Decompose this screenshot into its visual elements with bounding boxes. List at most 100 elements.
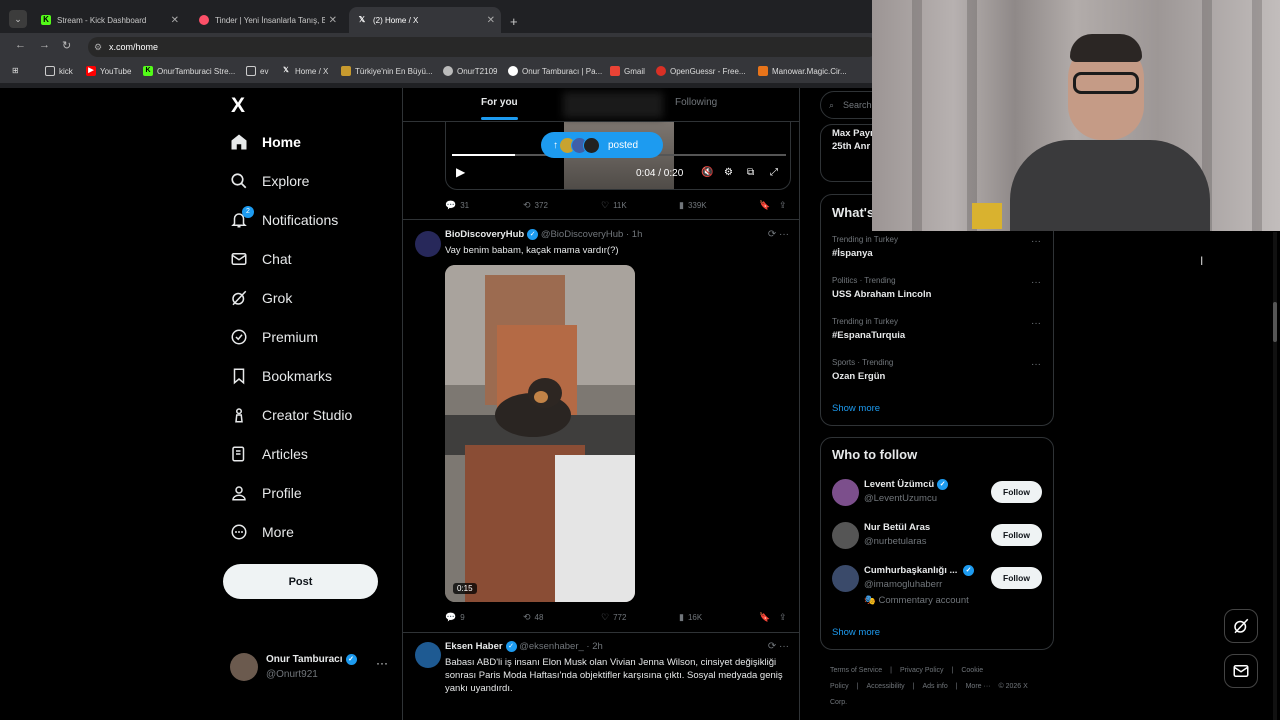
close-tab-icon[interactable]: ✕ — [171, 15, 179, 26]
nav-grok[interactable]: Grok — [230, 289, 292, 307]
fullscreen-icon[interactable]: ⤢ — [770, 167, 778, 178]
account-name[interactable]: Nur Betül Aras — [864, 522, 930, 533]
site-info-icon[interactable]: ⚙ — [94, 37, 102, 57]
tab-for-you[interactable]: For you — [481, 97, 518, 108]
trend-item[interactable]: Ozan Ergün — [832, 371, 885, 382]
author-name[interactable]: Eksen Haber — [445, 641, 503, 652]
x-logo[interactable]: X — [231, 94, 245, 118]
tab-following[interactable]: Following — [675, 97, 717, 108]
trend-item[interactable]: #EspanaTurquia — [832, 330, 905, 341]
footer-link[interactable]: More ··· — [966, 683, 991, 690]
address-bar[interactable]: ⚙ x.com/home — [88, 37, 878, 57]
like-button[interactable]: ♡ 11K — [601, 200, 627, 211]
more-options-icon[interactable]: ··· — [376, 656, 388, 670]
share-button[interactable]: ⇪ — [779, 200, 791, 211]
apps-icon[interactable]: ⊞ — [12, 66, 19, 75]
bookmark-youtube[interactable]: ▶ YouTube — [86, 66, 131, 76]
close-tab-icon[interactable]: ✕ — [329, 15, 337, 26]
more-options-icon[interactable]: ··· — [1031, 318, 1041, 329]
nav-bookmarks[interactable]: Bookmarks — [230, 367, 332, 385]
trend-item[interactable]: #İspanya — [832, 248, 873, 259]
share-button[interactable]: ⇪ — [779, 612, 791, 623]
footer-link[interactable]: Terms of Service — [830, 667, 882, 674]
account-name[interactable]: Cumhurbaşkanlığı ... ✓ — [864, 565, 975, 576]
nav-profile[interactable]: Profile — [230, 484, 302, 502]
bookmark-gmail[interactable]: Gmail — [610, 66, 645, 76]
avatar[interactable] — [415, 231, 441, 257]
more-options-icon[interactable]: ··· — [1031, 277, 1041, 288]
reply-button[interactable]: 💬 9 — [445, 612, 465, 623]
post-time[interactable]: · 2h — [586, 641, 602, 652]
nav-premium[interactable]: Premium — [230, 328, 318, 346]
browser-tab-kick[interactable]: K Stream - Kick Dashboard ✕ — [33, 7, 185, 33]
forward-icon[interactable]: → — [39, 39, 50, 51]
mute-icon[interactable]: 🔇 — [701, 167, 713, 178]
author-name[interactable]: BioDiscoveryHub — [445, 229, 524, 240]
follow-button[interactable]: Follow — [991, 481, 1042, 503]
footer-link[interactable]: Privacy Policy — [900, 667, 944, 674]
nav-notifications[interactable]: 2 Notifications — [230, 206, 338, 229]
follow-button[interactable]: Follow — [991, 567, 1042, 589]
account-switcher[interactable]: Onur Tamburacı ✓ @Onurt921 ··· — [230, 651, 395, 685]
tab-search-icon[interactable]: ⌄ — [9, 10, 27, 28]
bookmark-home-x[interactable]: 𝕏 Home / X — [281, 66, 328, 76]
post-button[interactable]: Post — [223, 564, 378, 599]
repost-button[interactable]: ⟲ 48 — [523, 612, 543, 623]
avatar[interactable] — [832, 565, 859, 592]
new-posts-pill[interactable]: ↑ posted — [541, 132, 663, 158]
close-tab-icon[interactable]: ✕ — [487, 15, 495, 26]
avatar[interactable] — [832, 522, 859, 549]
author-handle[interactable]: @BioDiscoveryHub — [541, 229, 624, 240]
bookmark-onur-stream[interactable]: K OnurTamburaci Stre... — [143, 66, 235, 76]
settings-icon[interactable]: ⚙ — [724, 167, 733, 178]
show-more-link[interactable]: Show more — [832, 403, 880, 414]
footer-link[interactable]: Accessibility — [867, 683, 905, 690]
follow-button[interactable]: Follow — [991, 524, 1042, 546]
more-options-icon[interactable]: ⟳ ··· — [768, 641, 789, 652]
like-button[interactable]: ♡ 772 — [601, 612, 626, 623]
post-video[interactable]: 0:15 — [445, 265, 635, 602]
bookmark-button[interactable]: 🔖 — [759, 200, 774, 211]
browser-tab-x[interactable]: 𝕏 (2) Home / X ✕ — [349, 7, 501, 33]
scrollbar-thumb[interactable] — [1273, 302, 1277, 342]
bookmark-kick[interactable]: kick — [45, 66, 73, 76]
more-options-icon[interactable]: ··· — [1031, 236, 1041, 247]
avatar[interactable] — [415, 642, 441, 668]
account-name[interactable]: Levent Üzümcü ✓ — [864, 479, 949, 490]
pip-icon[interactable]: ⧉ — [747, 167, 754, 178]
nav-chat[interactable]: Chat — [230, 250, 292, 268]
play-icon[interactable]: ▶ — [456, 165, 465, 179]
messages-floating-button[interactable] — [1224, 654, 1258, 688]
bookmark-openguessr[interactable]: OpenGuessr - Free... — [656, 66, 746, 76]
avatar[interactable] — [832, 479, 859, 506]
page-scrollbar[interactable] — [1273, 232, 1277, 720]
bookmark-button[interactable]: 🔖 — [759, 612, 774, 623]
more-options-icon[interactable]: ··· — [1031, 359, 1041, 370]
nav-creator-studio[interactable]: Creator Studio — [230, 406, 352, 424]
avatar — [230, 653, 258, 681]
more-options-icon[interactable]: ⟳ ··· — [768, 229, 789, 240]
back-icon[interactable]: ← — [15, 39, 26, 51]
post-time[interactable]: · 1h — [626, 229, 642, 240]
bookmark-manowar[interactable]: Manowar.Magic.Cir... — [758, 66, 847, 76]
nav-more[interactable]: More — [230, 523, 294, 541]
show-more-link[interactable]: Show more — [832, 627, 880, 638]
bookmark-onurt2109[interactable]: OnurT2109 — [443, 66, 497, 76]
author-handle[interactable]: @eksenhaber_ — [519, 641, 584, 652]
bookmark-patreon[interactable]: Onur Tamburacı | Pa... — [508, 66, 602, 76]
reply-button[interactable]: 💬 31 — [445, 200, 469, 211]
new-tab-icon[interactable]: + — [510, 14, 518, 29]
nav-explore[interactable]: Explore — [230, 172, 309, 190]
views-button[interactable]: ▮ 16K — [679, 612, 702, 623]
repost-button[interactable]: ⟲ 372 — [523, 200, 548, 211]
nav-articles[interactable]: Articles — [230, 445, 308, 463]
browser-tab-tinder[interactable]: Tinder | Yeni İnsanlarla Tanış, Bi ✕ — [191, 7, 343, 33]
bookmark-turkiye[interactable]: Türkiye'nin En Büyü... — [341, 66, 433, 76]
nav-home[interactable]: Home — [230, 133, 301, 151]
grok-floating-button[interactable] — [1224, 609, 1258, 643]
footer-link[interactable]: Ads info — [922, 683, 947, 690]
bookmark-ev[interactable]: ev — [246, 66, 268, 76]
views-button[interactable]: ▮ 339K — [679, 200, 707, 211]
trend-item[interactable]: USS Abraham Lincoln — [832, 289, 931, 300]
reload-icon[interactable]: ↻ — [62, 39, 71, 52]
